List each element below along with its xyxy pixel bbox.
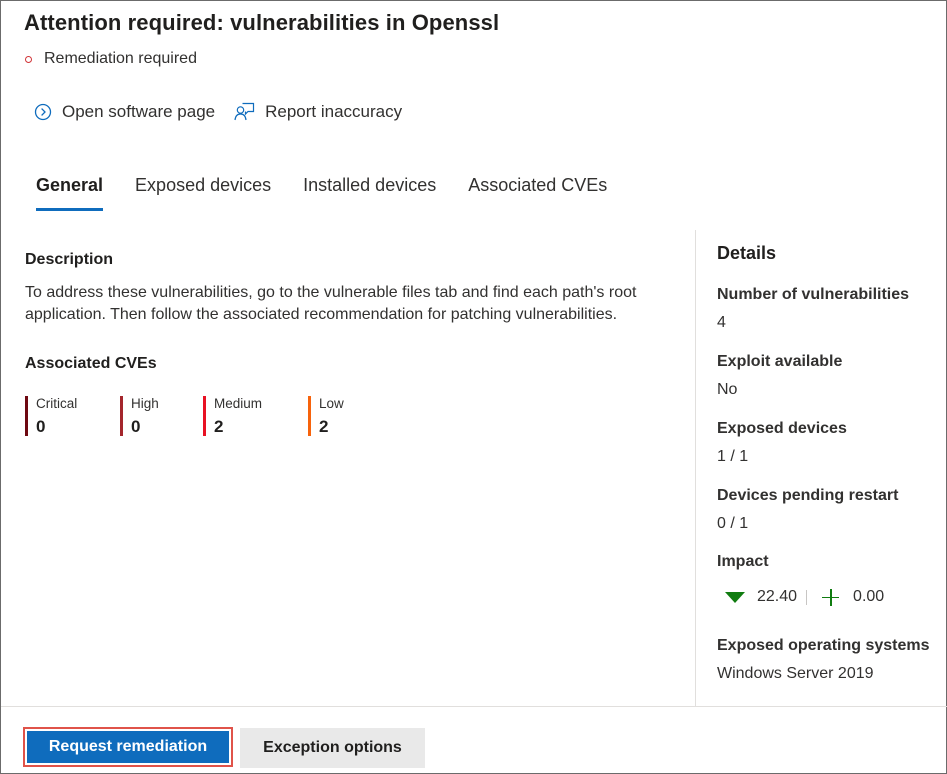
severity-name: Medium [214,396,263,411]
severity-count: 2 [214,417,224,436]
severity-bar [25,396,28,436]
associated-cves-heading: Associated CVEs [25,355,157,372]
tab-exposed-devices[interactable]: Exposed devices [135,175,271,211]
report-inaccuracy-label: Report inaccuracy [265,102,403,121]
action-bar: Open software page Report inaccuracy [34,102,402,122]
page-title: Attention required: vulnerabilities in O… [24,10,500,35]
exposure-score-impact: 22.40 [757,588,798,605]
severity-name: Low [319,396,344,411]
detail-label: Exposed devices [717,420,847,437]
severity-name: Critical [36,396,78,411]
description-heading: Description [25,251,114,268]
detail-value: Windows Server 2019 [717,665,874,682]
impact-separator [806,589,808,605]
exception-options-button[interactable]: Exception options [240,728,425,768]
severity-low: Low 2 [308,396,344,436]
tab-bar: General Exposed devices Installed device… [36,175,639,211]
status-dot-icon [25,55,32,63]
severity-critical: Critical 0 [25,396,77,436]
report-inaccuracy-button[interactable]: Report inaccuracy [234,102,402,122]
tab-general[interactable]: General [36,175,104,211]
footer-divider [1,706,947,707]
status-indicator: Remediation required [25,50,197,68]
severity-count: 2 [319,417,329,436]
recommendation-flyout: Attention required: vulnerabilities in O… [0,0,947,774]
impact-values: 22.40 0.00 [725,588,884,606]
detail-label: Devices pending restart [717,487,899,504]
secure-score-impact: 0.00 [853,588,885,605]
details-heading-wrap: Details [717,243,939,264]
request-remediation-highlight: Request remediation [23,727,233,767]
severity-medium: Medium 2 [203,396,262,436]
detail-value: 0 / 1 [717,515,749,532]
tab-associated-cves[interactable]: Associated CVEs [468,175,607,211]
status-text: Remediation required [44,50,197,67]
description-text: To address these vulnerabilities, go to … [25,284,637,323]
detail-label: Exposed operating systems [717,637,930,654]
plus-icon [822,588,840,606]
detail-label: Impact [717,553,769,570]
triangle-down-icon [725,591,745,603]
tab-installed-devices[interactable]: Installed devices [303,175,436,211]
person-feedback-icon [234,102,255,122]
severity-name: High [131,396,159,411]
severity-high: High 0 [120,396,159,436]
severity-count: 0 [36,417,46,436]
detail-label: Exploit available [717,353,843,370]
severity-bar [203,396,206,436]
detail-value: 4 [717,314,726,331]
open-software-page-button[interactable]: Open software page [34,102,215,122]
severity-bar [308,396,311,436]
details-heading: Details [717,243,777,263]
open-software-page-label: Open software page [62,102,216,121]
severity-count: 0 [131,417,141,436]
column-divider [695,230,696,706]
detail-value: 1 / 1 [717,448,749,465]
chevron-circle-right-icon [34,103,52,121]
detail-value: No [717,381,738,398]
severity-bar [120,396,123,436]
detail-label: Number of vulnerabilities [717,286,910,303]
request-remediation-button[interactable]: Request remediation [27,731,229,763]
